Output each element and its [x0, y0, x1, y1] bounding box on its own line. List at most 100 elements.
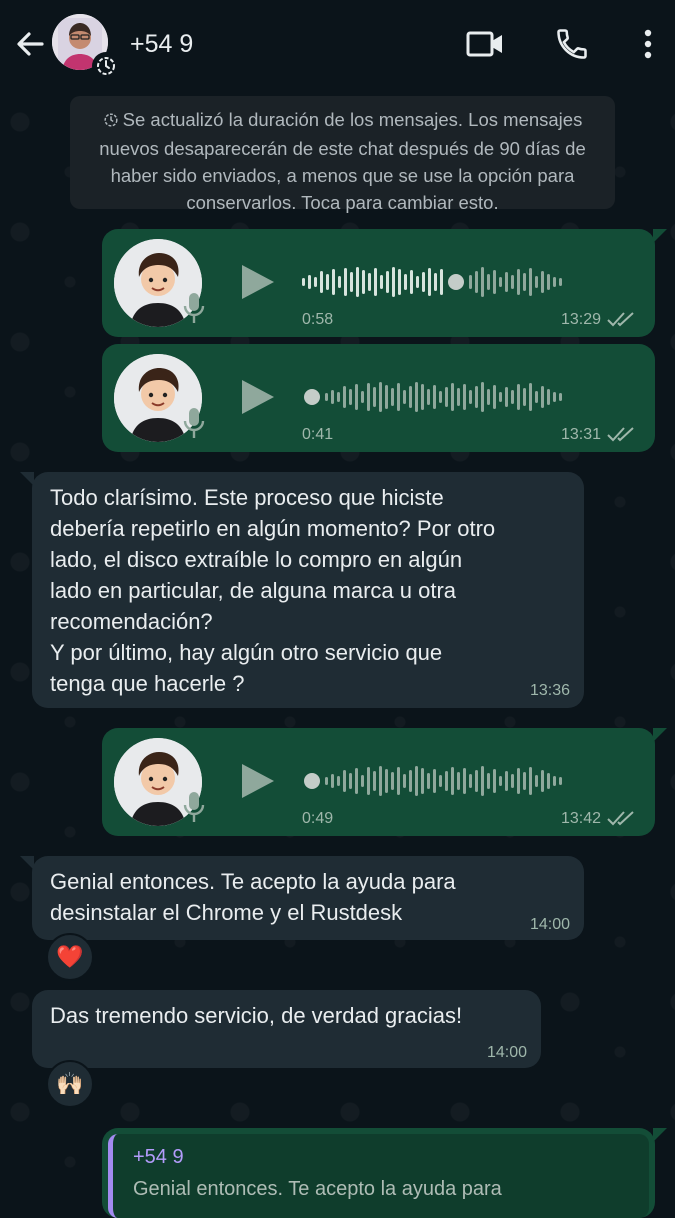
more-options-icon[interactable] — [626, 22, 670, 66]
waveform-bar — [428, 268, 431, 296]
waveform-bar — [397, 383, 400, 411]
message-time: 13:36 — [529, 682, 570, 699]
waveform-bar — [541, 770, 544, 792]
waveform-bar — [355, 384, 358, 410]
waveform-bar — [487, 274, 490, 290]
raised-hands-reaction-icon[interactable]: 🙌🏻 — [46, 1060, 94, 1108]
waveform-bar — [398, 269, 401, 295]
waveform-bar — [439, 775, 442, 787]
waveform-bar — [529, 383, 532, 411]
waveform-bar — [343, 386, 346, 408]
quoted-sender: +54 9 — [133, 1146, 184, 1168]
video-call-icon[interactable] — [463, 22, 507, 66]
waveform-bar — [439, 391, 442, 403]
waveform-bar — [469, 390, 472, 404]
playback-knob[interactable] — [304, 773, 320, 789]
waveform-bar — [535, 775, 538, 787]
waveform-bar — [314, 277, 317, 287]
message-text: Todo clarísimo. Este proceso que hiciste… — [50, 485, 496, 696]
contact-avatar[interactable] — [52, 14, 120, 80]
waveform-bar — [415, 766, 418, 796]
play-icon[interactable] — [238, 762, 276, 800]
waveform-bar — [529, 268, 532, 296]
waveform-bar — [517, 768, 520, 794]
play-icon[interactable] — [238, 378, 276, 416]
waveform-bar — [481, 267, 484, 297]
waveform-bar — [361, 775, 364, 787]
waveform-bar — [362, 270, 365, 294]
waveform-bar — [559, 278, 562, 286]
waveform-bar — [385, 769, 388, 793]
waveform[interactable] — [302, 764, 632, 798]
waveform-bar — [434, 273, 437, 291]
waveform[interactable] — [302, 380, 632, 414]
waveform-bar — [320, 271, 323, 293]
waveform-bar — [463, 768, 466, 794]
waveform-bar — [326, 274, 329, 290]
waveform-bar — [505, 387, 508, 407]
waveform-bar — [493, 769, 496, 793]
waveform-bar — [445, 771, 448, 791]
waveform-bar — [433, 385, 436, 409]
waveform-bar — [451, 767, 454, 795]
waveform-bar — [349, 389, 352, 405]
waveform-bar — [553, 392, 556, 402]
waveform-bar — [547, 389, 550, 405]
contact-name[interactable]: +54 9 — [130, 30, 193, 59]
incoming-message: Das tremendo servicio, de verdad gracias… — [32, 990, 541, 1068]
waveform-bar — [427, 389, 430, 405]
waveform[interactable] — [302, 265, 632, 299]
mic-icon — [182, 291, 206, 325]
bubble-tail — [653, 1128, 667, 1142]
waveform-bar — [511, 390, 514, 404]
waveform-bar — [469, 275, 472, 289]
waveform-bar — [481, 766, 484, 796]
waveform-bar — [374, 268, 377, 296]
waveform-bar — [463, 384, 466, 410]
waveform-bar — [547, 274, 550, 290]
message-time: 14:00 — [529, 916, 570, 933]
quoted-message[interactable]: +54 9 Genial entonces. Te acepto la ayud… — [108, 1134, 649, 1218]
double-check-icon — [607, 425, 635, 443]
waveform-bar — [493, 270, 496, 294]
quoted-text: Genial entonces. Te acepto la ayuda para — [133, 1178, 502, 1200]
waveform-bar — [553, 277, 556, 287]
waveform-bar — [325, 393, 328, 401]
voice-duration: 0:49 — [302, 810, 334, 827]
mic-icon — [182, 790, 206, 824]
waveform-bar — [535, 276, 538, 288]
waveform-bar — [391, 772, 394, 790]
disappearing-timer-icon — [92, 52, 120, 80]
waveform-bar — [457, 388, 460, 406]
message-time: 13:31 — [560, 426, 601, 443]
waveform-bar — [397, 767, 400, 795]
waveform-bar — [361, 391, 364, 403]
message-time: 13:42 — [560, 810, 601, 827]
waveform-bar — [499, 392, 502, 402]
waveform-bar — [331, 390, 334, 404]
waveform-bar — [373, 387, 376, 407]
waveform-bar — [368, 273, 371, 291]
waveform-bar — [337, 392, 340, 402]
waveform-bar — [559, 777, 562, 785]
waveform-bar — [505, 771, 508, 791]
playback-knob[interactable] — [448, 274, 464, 290]
phone-icon[interactable] — [550, 22, 594, 66]
waveform-bar — [487, 389, 490, 405]
back-arrow-icon[interactable] — [12, 26, 48, 62]
waveform-bar — [392, 267, 395, 297]
waveform-bar — [547, 773, 550, 789]
waveform-bar — [331, 774, 334, 788]
waveform-bar — [541, 386, 544, 408]
playback-knob[interactable] — [304, 389, 320, 405]
play-icon[interactable] — [238, 263, 276, 301]
heart-reaction-icon[interactable]: ❤️ — [46, 933, 94, 981]
waveform-bar — [440, 269, 443, 295]
waveform-bar — [325, 777, 328, 785]
disappearing-messages-notice[interactable]: Se actualizó la duración de los mensajes… — [70, 96, 615, 213]
voice-duration: 0:41 — [302, 426, 334, 443]
voice-message: 0:41 13:31 — [102, 344, 655, 452]
waveform-bar — [386, 271, 389, 293]
waveform-bar — [380, 275, 383, 289]
notice-text: Se actualizó la duración de los mensajes… — [99, 109, 586, 213]
